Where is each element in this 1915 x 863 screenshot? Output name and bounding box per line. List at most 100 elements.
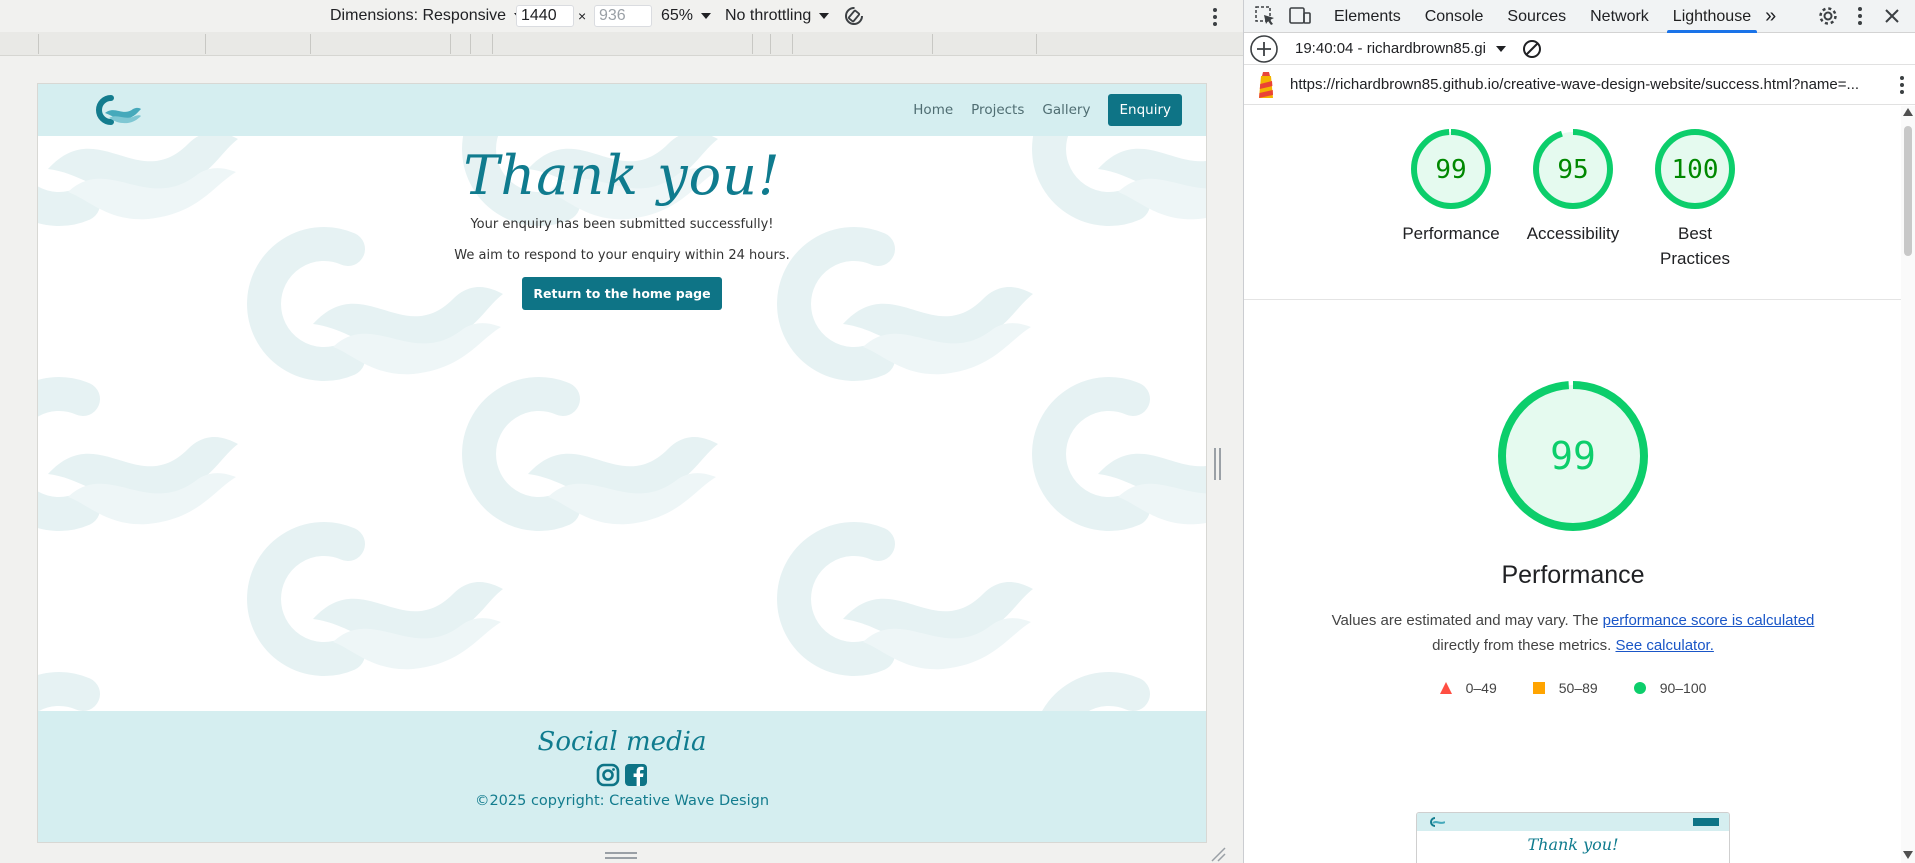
media-query-ruler[interactable]: [0, 32, 1243, 56]
devtools-panel: Elements Console Sources Network Lightho…: [1243, 0, 1915, 863]
gauge-score: 95: [1557, 155, 1588, 185]
gauge-score: 100: [1672, 155, 1719, 185]
score-description: Values are estimated and may vary. The p…: [1244, 608, 1902, 658]
clear-reports-icon[interactable]: [1522, 39, 1542, 59]
nav-home-link[interactable]: Home: [913, 102, 953, 118]
more-options-icon[interactable]: [1205, 8, 1225, 26]
url-menu-icon[interactable]: [1892, 76, 1912, 94]
score-gauge: 95: [1533, 129, 1613, 209]
throttling-dropdown[interactable]: No throttling: [725, 7, 830, 25]
performance-score-gauge: 99: [1498, 381, 1648, 531]
desc-text: Values are estimated and may vary. The: [1331, 612, 1599, 629]
tab-console[interactable]: Console: [1413, 0, 1496, 33]
thank-you-heading: Thank you!: [463, 144, 781, 207]
devtools-menu-icon[interactable]: [1850, 7, 1870, 25]
lighthouse-url-bar: https://richardbrown85.github.io/creativ…: [1244, 65, 1915, 105]
facebook-icon[interactable]: [624, 763, 648, 787]
gauge-performance[interactable]: 99 Performance: [1390, 128, 1512, 299]
tab-lighthouse[interactable]: Lighthouse: [1661, 0, 1763, 33]
success-content: Thank you! Your enquiry has been submitt…: [38, 136, 1206, 310]
score-gauge: 99: [1411, 129, 1491, 209]
nav-gallery-link[interactable]: Gallery: [1042, 102, 1090, 118]
social-icons: [38, 763, 1206, 787]
instagram-icon[interactable]: [596, 763, 620, 787]
gauge-label: Accessibility: [1526, 224, 1620, 243]
performance-score: 99: [1550, 434, 1596, 478]
new-report-icon[interactable]: [1249, 34, 1279, 64]
performance-section: 99 Performance Values are estimated and …: [1244, 300, 1902, 696]
thumbnail-logo-icon: [1430, 817, 1445, 827]
legend-average: 50–89: [1532, 680, 1598, 696]
gauge-score: 99: [1435, 155, 1466, 185]
score-legend: 0–49 50–89 90–100: [1244, 680, 1902, 696]
site-navbar: Home Projects Gallery Enquiry: [38, 84, 1206, 136]
social-media-heading: Social media: [537, 727, 707, 757]
width-input[interactable]: 1440: [516, 5, 574, 27]
devtools-tab-bar: Elements Console Sources Network Lightho…: [1244, 0, 1915, 33]
gauge-label: Best Practices: [1660, 224, 1730, 268]
legend-label: 0–49: [1465, 680, 1497, 696]
page-screenshot-thumbnail[interactable]: Thank you!: [1416, 812, 1730, 863]
settings-gear-icon[interactable]: [1817, 5, 1839, 27]
chevron-down-icon: [701, 13, 712, 19]
nav-projects-link[interactable]: Projects: [971, 102, 1024, 118]
height-input[interactable]: 936: [594, 5, 652, 27]
red-triangle-icon: [1439, 682, 1452, 694]
times-sign: ×: [578, 8, 587, 24]
emulated-viewport: Home Projects Gallery Enquiry Thank you!…: [37, 83, 1207, 843]
score-gauges: 99 Performance 95 Accessibility 100 Best…: [1244, 106, 1902, 300]
scrollbar-thumb[interactable]: [1904, 126, 1912, 256]
thumbnail-enquiry: [1693, 818, 1719, 826]
legend-pass: 90–100: [1633, 680, 1707, 696]
chevron-down-icon[interactable]: [1495, 45, 1506, 52]
tab-network[interactable]: Network: [1578, 0, 1661, 33]
gauge-best-practices[interactable]: 100 Best Practices: [1634, 128, 1756, 299]
browser-window: Dimensions: Responsive 1440 × 936 65% No…: [0, 0, 1915, 863]
copyright-text: ©2025 copyright: Creative Wave Design: [474, 793, 770, 809]
nav-enquiry-button[interactable]: Enquiry: [1108, 94, 1182, 126]
report-scrollbar[interactable]: [1901, 106, 1915, 863]
tab-sources[interactable]: Sources: [1495, 0, 1578, 33]
chevron-down-icon: [819, 13, 830, 19]
dimensions-label: Dimensions: Responsive: [330, 7, 507, 24]
device-toolbar: Dimensions: Responsive 1440 × 936 65% No…: [0, 0, 1243, 32]
score-calculated-link[interactable]: performance score is calculated: [1603, 612, 1815, 629]
scroll-up-icon[interactable]: [1903, 108, 1913, 116]
audited-url[interactable]: https://richardbrown85.github.io/creativ…: [1290, 76, 1859, 93]
scroll-down-icon[interactable]: [1903, 851, 1913, 859]
tab-elements[interactable]: Elements: [1322, 0, 1413, 33]
site-footer: Social media ©2025 copyright: Creative W…: [38, 711, 1206, 842]
creative-wave-logo-icon[interactable]: [93, 93, 141, 127]
green-circle-icon: [1633, 682, 1646, 694]
device-toolbar-toggle-icon[interactable]: [1288, 5, 1312, 27]
lighthouse-icon: [1259, 71, 1273, 98]
lighthouse-report-bar: 19:40:04 - richardbrown85.gi: [1244, 33, 1915, 65]
desc-text-2: directly from these metrics.: [1432, 637, 1612, 654]
legend-label: 90–100: [1659, 680, 1707, 696]
more-tabs-icon[interactable]: »: [1765, 5, 1776, 28]
see-calculator-link[interactable]: See calculator.: [1615, 637, 1713, 654]
corner-resize-icon[interactable]: [1210, 846, 1226, 862]
gauge-accessibility[interactable]: 95 Accessibility: [1512, 128, 1634, 299]
success-message: Your enquiry has been submitted successf…: [470, 217, 774, 232]
zoom-label: 65%: [661, 7, 694, 24]
score-gauge: 100: [1655, 129, 1735, 209]
close-devtools-icon[interactable]: [1885, 9, 1899, 23]
legend-fail: 0–49: [1439, 680, 1497, 696]
lighthouse-report: 99 Performance 95 Accessibility 100 Best…: [1244, 106, 1902, 863]
orange-square-icon: [1532, 682, 1545, 694]
gauge-label: Performance: [1402, 224, 1500, 243]
rotate-icon[interactable]: [842, 4, 866, 28]
response-time-message: We aim to respond to your enquiry within…: [454, 248, 790, 263]
return-home-button[interactable]: Return to the home page: [522, 277, 722, 310]
nav-links: Home Projects Gallery Enquiry: [913, 94, 1206, 126]
viewport-resize-handle[interactable]: [1213, 448, 1221, 480]
viewport-height-handle[interactable]: [605, 852, 637, 859]
performance-title: Performance: [1501, 561, 1645, 589]
zoom-dropdown[interactable]: 65%: [661, 7, 712, 25]
inspect-element-icon[interactable]: [1254, 5, 1276, 27]
dimensions-dropdown[interactable]: Dimensions: Responsive: [330, 7, 525, 25]
thumbnail-heading: Thank you!: [1527, 835, 1619, 854]
throttling-label: No throttling: [725, 7, 812, 24]
report-selector[interactable]: 19:40:04 - richardbrown85.gi: [1295, 40, 1486, 57]
